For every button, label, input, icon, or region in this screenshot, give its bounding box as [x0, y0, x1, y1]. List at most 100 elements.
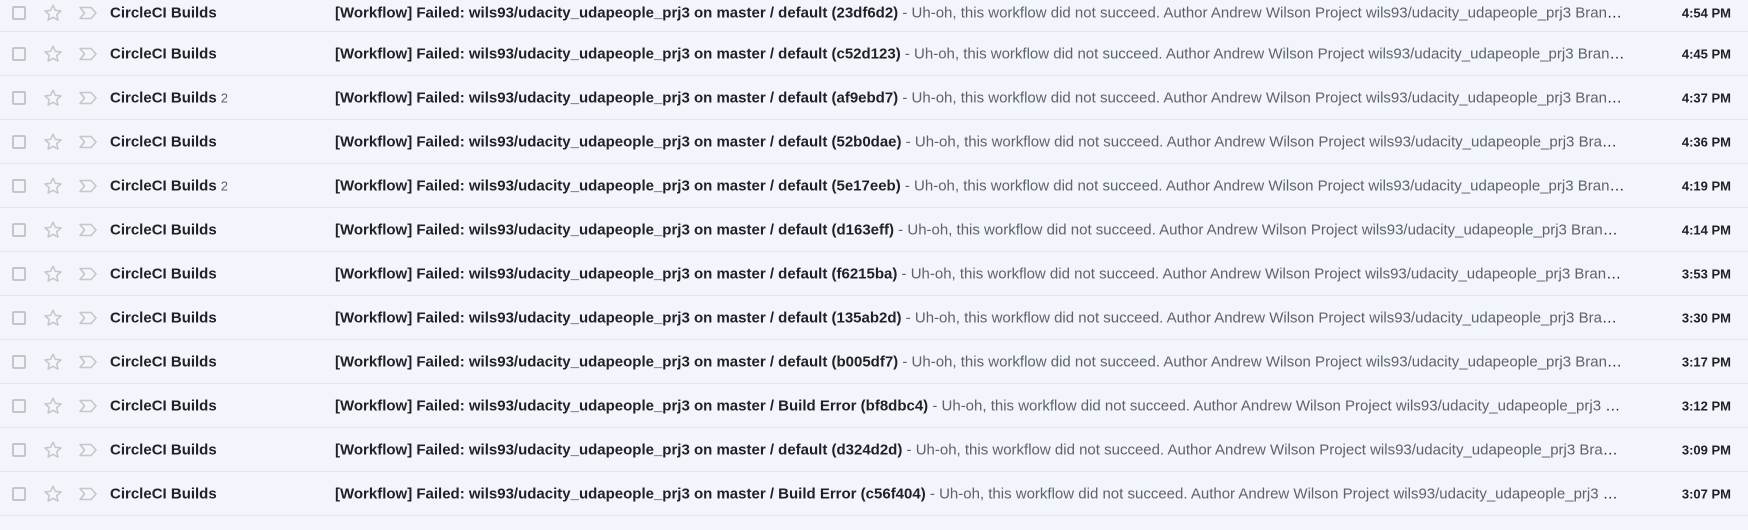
important-marker-icon[interactable] [78, 179, 98, 193]
email-row[interactable]: CircleCI Builds [Workflow] Failed: wils9… [0, 472, 1748, 516]
email-content: [Workflow] Failed: wils93/udacity_udapeo… [335, 89, 1625, 106]
important-marker-icon[interactable] [78, 267, 98, 281]
email-subject: [Workflow] Failed: wils93/udacity_udapeo… [335, 89, 899, 106]
important-marker-icon[interactable] [78, 355, 98, 369]
email-content: [Workflow] Failed: wils93/udacity_udapeo… [335, 177, 1625, 194]
subject-separator: - [894, 221, 908, 238]
select-checkbox[interactable] [12, 5, 26, 20]
sender-name: CircleCI Builds [110, 221, 221, 238]
select-checkbox[interactable] [12, 266, 26, 281]
important-marker-icon[interactable] [78, 47, 98, 61]
email-content: [Workflow] Failed: wils93/udacity_udapeo… [335, 4, 1625, 21]
email-subject: [Workflow] Failed: wils93/udacity_udapeo… [335, 177, 901, 194]
important-marker-icon[interactable] [78, 443, 98, 457]
select-checkbox[interactable] [12, 310, 26, 325]
star-icon[interactable] [42, 483, 64, 505]
email-subject: [Workflow] Failed: wils93/udacity_udapeo… [335, 441, 903, 458]
important-marker-icon[interactable] [78, 311, 98, 325]
select-checkbox[interactable] [12, 90, 26, 105]
subject-separator: - [901, 133, 915, 150]
important-marker-icon[interactable] [78, 487, 98, 501]
email-row[interactable]: CircleCI Builds [Workflow] Failed: wils9… [0, 0, 1748, 32]
email-content: [Workflow] Failed: wils93/udacity_udapeo… [335, 45, 1625, 62]
email-time: 4:54 PM [1681, 5, 1731, 20]
email-row[interactable]: CircleCI Builds [Workflow] Failed: wils9… [0, 252, 1748, 296]
sender-label: CircleCI Builds [110, 177, 217, 194]
select-checkbox[interactable] [12, 134, 26, 149]
subject-separator: - [898, 89, 912, 106]
email-content: [Workflow] Failed: wils93/udacity_udapeo… [335, 485, 1625, 502]
email-time: 3:09 PM [1681, 442, 1731, 457]
subject-separator: - [925, 485, 940, 502]
email-snippet: Uh-oh, this workflow did not succeed. Au… [911, 353, 1625, 370]
email-time: 4:14 PM [1681, 222, 1731, 237]
sender-name: CircleCI Builds [110, 4, 221, 21]
email-snippet: Uh-oh, this workflow did not succeed. Au… [914, 133, 1625, 150]
subject-separator: - [902, 441, 916, 458]
email-content: [Workflow] Failed: wils93/udacity_udapeo… [335, 133, 1625, 150]
important-marker-icon[interactable] [78, 135, 98, 149]
star-icon[interactable] [42, 2, 64, 24]
thread-count: 2 [220, 90, 228, 105]
star-icon[interactable] [42, 87, 64, 109]
sender-name: CircleCI Builds [110, 45, 221, 62]
email-row[interactable]: CircleCI Builds [Workflow] Failed: wils9… [0, 428, 1748, 472]
important-marker-icon[interactable] [78, 6, 98, 20]
email-row[interactable]: CircleCI Builds [Workflow] Failed: wils9… [0, 384, 1748, 428]
important-marker-icon[interactable] [78, 91, 98, 105]
subject-separator: - [928, 397, 942, 414]
sender-label: CircleCI Builds [110, 397, 217, 414]
select-checkbox[interactable] [12, 398, 26, 413]
email-row[interactable]: CircleCI Builds [Workflow] Failed: wils9… [0, 120, 1748, 164]
star-icon[interactable] [42, 175, 64, 197]
select-checkbox[interactable] [12, 222, 26, 237]
star-icon[interactable] [42, 131, 64, 153]
star-icon[interactable] [42, 439, 64, 461]
email-subject: [Workflow] Failed: wils93/udacity_udapeo… [335, 485, 926, 502]
sender-label: CircleCI Builds [110, 45, 217, 62]
email-time: 3:53 PM [1681, 266, 1731, 281]
sender-name: CircleCI Builds 2 [110, 177, 228, 194]
subject-separator: - [901, 309, 915, 326]
subject-separator: - [897, 265, 911, 282]
select-checkbox[interactable] [12, 354, 26, 369]
email-row[interactable]: CircleCI Builds [Workflow] Failed: wils9… [0, 296, 1748, 340]
sender-label: CircleCI Builds [110, 485, 217, 502]
star-icon[interactable] [42, 263, 64, 285]
subject-separator: - [900, 45, 915, 62]
star-icon[interactable] [42, 351, 64, 373]
email-row[interactable]: CircleCI Builds [Workflow] Failed: wils9… [0, 208, 1748, 252]
select-checkbox[interactable] [12, 442, 26, 457]
email-time: 4:19 PM [1681, 178, 1731, 193]
select-checkbox[interactable] [12, 486, 26, 501]
sender-name: CircleCI Builds [110, 309, 221, 326]
subject-separator: - [898, 353, 912, 370]
email-snippet: Uh-oh, this workflow did not succeed. Au… [914, 309, 1625, 326]
select-checkbox[interactable] [12, 178, 26, 193]
email-row[interactable]: CircleCI Builds [Workflow] Failed: wils9… [0, 32, 1748, 76]
email-snippet: Uh-oh, this workflow did not succeed. Au… [910, 265, 1625, 282]
email-row[interactable]: CircleCI Builds 2 [Workflow] Failed: wils… [0, 164, 1748, 208]
important-marker-icon[interactable] [78, 223, 98, 237]
sender-label: CircleCI Builds [110, 309, 217, 326]
email-time: 4:37 PM [1681, 90, 1731, 105]
select-checkbox[interactable] [12, 46, 26, 61]
email-row[interactable]: CircleCI Builds [Workflow] Failed: wils9… [0, 340, 1748, 384]
email-content: [Workflow] Failed: wils93/udacity_udapeo… [335, 353, 1625, 370]
email-snippet: Uh-oh, this workflow did not succeed. Au… [907, 221, 1625, 238]
sender-name: CircleCI Builds [110, 265, 221, 282]
star-icon[interactable] [42, 219, 64, 241]
email-content: [Workflow] Failed: wils93/udacity_udapeo… [335, 441, 1625, 458]
email-time: 4:45 PM [1681, 46, 1731, 61]
email-row[interactable]: CircleCI Builds 2 [Workflow] Failed: wils… [0, 76, 1748, 120]
subject-separator: - [900, 177, 915, 194]
sender-label: CircleCI Builds [110, 89, 217, 106]
star-icon[interactable] [42, 43, 64, 65]
important-marker-icon[interactable] [78, 399, 98, 413]
email-time: 3:17 PM [1681, 354, 1731, 369]
star-icon[interactable] [42, 307, 64, 329]
subject-separator: - [898, 4, 912, 21]
star-icon[interactable] [42, 395, 64, 417]
email-snippet: Uh-oh, this workflow did not succeed. Au… [911, 4, 1625, 21]
email-time: 4:36 PM [1681, 134, 1731, 149]
